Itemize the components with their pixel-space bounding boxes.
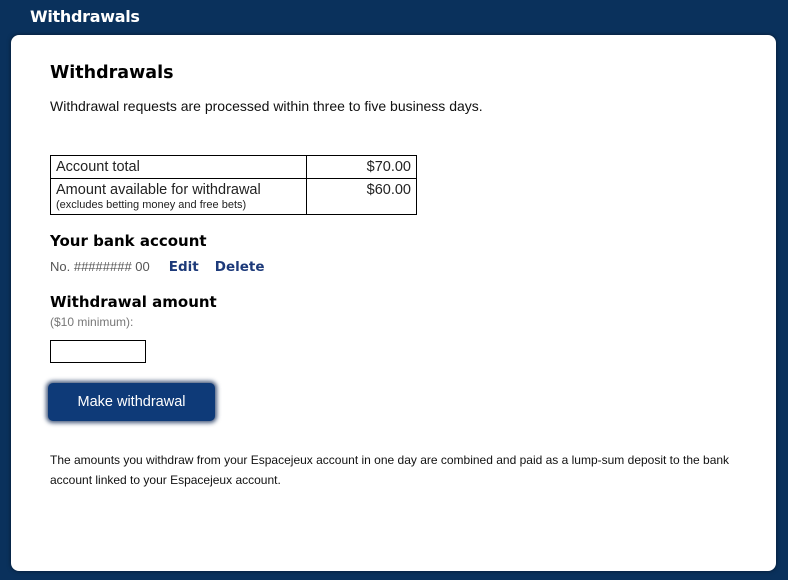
balance-value: $60.00 [306,178,417,215]
balance-label-text: Amount available for withdrawal [56,182,261,198]
bank-account-line: No. ######## 00 Edit Delete [50,259,265,275]
table-row: Account total $70.00 [50,155,417,179]
table-row: Amount available for withdrawal (exclude… [50,178,417,215]
top-bar: Withdrawals [0,0,788,35]
footer-note: The amounts you withdraw from your Espac… [50,453,730,487]
bank-account-number: No. ######## 00 [50,259,150,274]
delete-link[interactable]: Delete [215,259,265,275]
balance-label-text: Account total [56,159,140,175]
page-title: Withdrawals [50,63,174,83]
balance-value: $70.00 [306,155,417,179]
bank-account-heading: Your bank account [50,232,207,250]
window-title: Withdrawals [30,7,140,26]
withdrawal-amount-heading: Withdrawal amount [50,293,217,311]
edit-link[interactable]: Edit [169,259,199,275]
balance-note: (excludes betting money and free bets) [56,199,247,211]
balances-table: Account total $70.00 Amount available fo… [50,155,417,215]
minimum-note: ($10 minimum): [50,315,134,329]
intro-text: Withdrawal requests are processed within… [50,98,483,114]
balance-label: Account total [50,155,307,179]
balance-label: Amount available for withdrawal (exclude… [50,178,307,215]
make-withdrawal-button[interactable]: Make withdrawal [48,383,215,421]
content-panel: Withdrawals Withdrawal requests are proc… [11,35,776,571]
withdrawal-amount-input[interactable] [50,340,146,363]
